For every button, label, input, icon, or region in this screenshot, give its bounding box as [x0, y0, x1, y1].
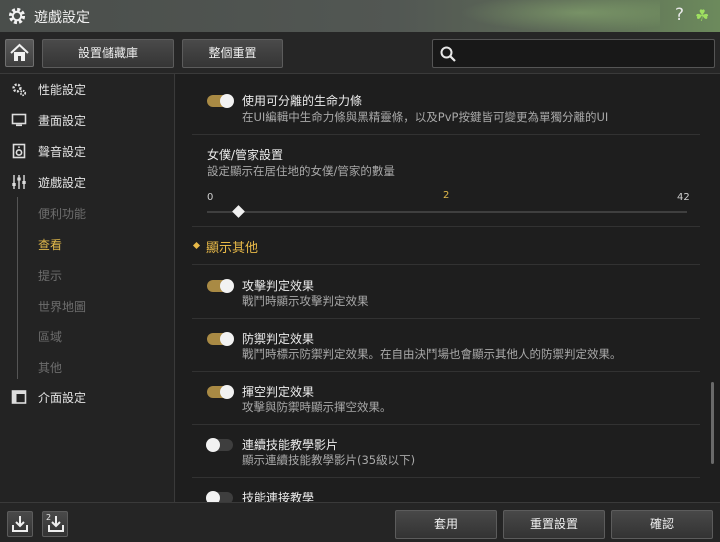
sidebar-item-label: 介面設定: [38, 391, 87, 405]
slider-max-label: 42: [677, 192, 690, 203]
whiff-effect-toggle[interactable]: [207, 385, 234, 399]
toolbar: 設置儲藏庫 整個重置: [0, 32, 720, 74]
sidebar-item-performance[interactable]: 性能設定: [0, 77, 175, 101]
sidebar-subitem-label: 提示: [38, 269, 63, 283]
divider: [192, 134, 700, 135]
setting-title: 使用可分離的生命力條: [242, 94, 363, 108]
performance-icon: [12, 83, 27, 97]
toggle-knob: [220, 332, 234, 346]
toggle-knob: [220, 94, 234, 108]
sidebar-subitem-convenience[interactable]: 便利功能: [0, 201, 175, 225]
setting-title: 攻擊判定效果: [242, 279, 315, 293]
maid-count-slider[interactable]: [207, 211, 687, 213]
apply-button[interactable]: 套用: [395, 510, 497, 539]
setting-description: 攻擊與防禦時顯示揮空效果。: [242, 400, 392, 414]
setting-title: 防禦判定效果: [242, 332, 315, 346]
sidebar-subitem-label: 世界地圖: [38, 300, 87, 314]
sidebar-subitem-region[interactable]: 區域: [0, 324, 175, 348]
bottom-bar: 2 套用 重置設置 確認: [0, 502, 720, 542]
search-box[interactable]: [432, 39, 715, 68]
toggle-knob: [220, 385, 234, 399]
divider: [192, 318, 700, 319]
home-button[interactable]: [5, 39, 34, 67]
hp-bar-toggle[interactable]: [207, 94, 234, 108]
divider: [192, 264, 700, 265]
sidebar-item-label: 畫面設定: [38, 114, 87, 128]
toggle-knob: [220, 279, 234, 293]
leaf-decoration: [460, 0, 660, 32]
monitor-icon: [11, 113, 27, 127]
reset-settings-button[interactable]: 重置設置: [503, 510, 605, 539]
divider: [192, 371, 700, 372]
interface-icon: [11, 390, 27, 404]
search-icon: [440, 46, 456, 62]
sidebar-subitem-label: 其他: [38, 361, 63, 375]
attack-effect-toggle[interactable]: [207, 279, 234, 293]
import-settings-2-button[interactable]: 2: [42, 511, 68, 537]
section-title: 顯示其他: [206, 241, 259, 256]
sidebar-subitem-world-map[interactable]: 世界地圖: [0, 294, 175, 318]
sidebar-subitem-other[interactable]: 其他: [0, 355, 175, 379]
home-icon: [10, 43, 29, 61]
search-input[interactable]: [461, 43, 709, 64]
help-button[interactable]: ?: [675, 5, 684, 25]
sidebar-item-interface[interactable]: 介面設定: [0, 385, 175, 409]
setting-description: 戰鬥時標示防禦判定效果。在自由決鬥場也會顯示其他人的防禦判定效果。: [242, 347, 622, 361]
defense-effect-toggle[interactable]: [207, 332, 234, 346]
scrollbar[interactable]: [711, 382, 714, 464]
divider: [192, 226, 700, 227]
window-title: 遊戲設定: [34, 10, 90, 26]
divider: [192, 424, 700, 425]
reset-all-button[interactable]: 整個重置: [182, 39, 283, 68]
sidebar-subitem-label: 便利功能: [38, 207, 87, 221]
setting-description: 戰鬥時顯示攻擊判定效果: [242, 294, 369, 308]
sidebar-subitem-label: 區域: [38, 330, 63, 344]
download-icon: [12, 516, 28, 532]
title-bar: 遊戲設定 ? ☘: [0, 0, 720, 32]
combo-video-toggle[interactable]: [206, 438, 233, 452]
sidebar-subitem-view[interactable]: 查看: [0, 232, 175, 256]
sidebar-item-game[interactable]: 遊戲設定: [0, 170, 175, 194]
setting-title: 連續技能教學影片: [242, 438, 339, 452]
slider-value-label: 2: [443, 190, 450, 201]
gear-icon: [8, 7, 26, 25]
confirm-button[interactable]: 確認: [611, 510, 713, 539]
setting-description: 設定顯示在居住地的女僕/管家的數量: [207, 164, 395, 178]
import-settings-button[interactable]: [7, 511, 33, 537]
settings-library-button[interactable]: 設置儲藏庫: [42, 39, 174, 68]
sidebar-subitem-label: 查看: [38, 238, 63, 252]
sidebar-item-label: 遊戲設定: [38, 176, 87, 190]
toggle-knob: [206, 438, 220, 452]
sliders-icon: [12, 175, 26, 189]
sidebar-item-display[interactable]: 畫面設定: [0, 108, 175, 132]
divider: [192, 477, 700, 478]
sidebar-item-label: 聲音設定: [38, 145, 87, 159]
setting-title: 女僕/管家設置: [207, 148, 284, 162]
sidebar-subitem-hints[interactable]: 提示: [0, 263, 175, 287]
slider-min-label: 0: [207, 192, 214, 203]
setting-description: 在UI編輯中生命力條與黑精靈條，以及PvP按鍵皆可變更為單獨分離的UI: [242, 110, 609, 124]
slot-number-badge: 2: [46, 513, 52, 522]
speaker-icon: [12, 143, 26, 159]
clover-icon[interactable]: ☘: [695, 6, 709, 25]
sidebar-item-sound[interactable]: 聲音設定: [0, 139, 175, 163]
setting-title: 揮空判定效果: [242, 385, 315, 399]
setting-description: 顯示連續技能教學影片(35級以下): [242, 453, 416, 467]
sidebar-item-label: 性能設定: [38, 83, 87, 97]
